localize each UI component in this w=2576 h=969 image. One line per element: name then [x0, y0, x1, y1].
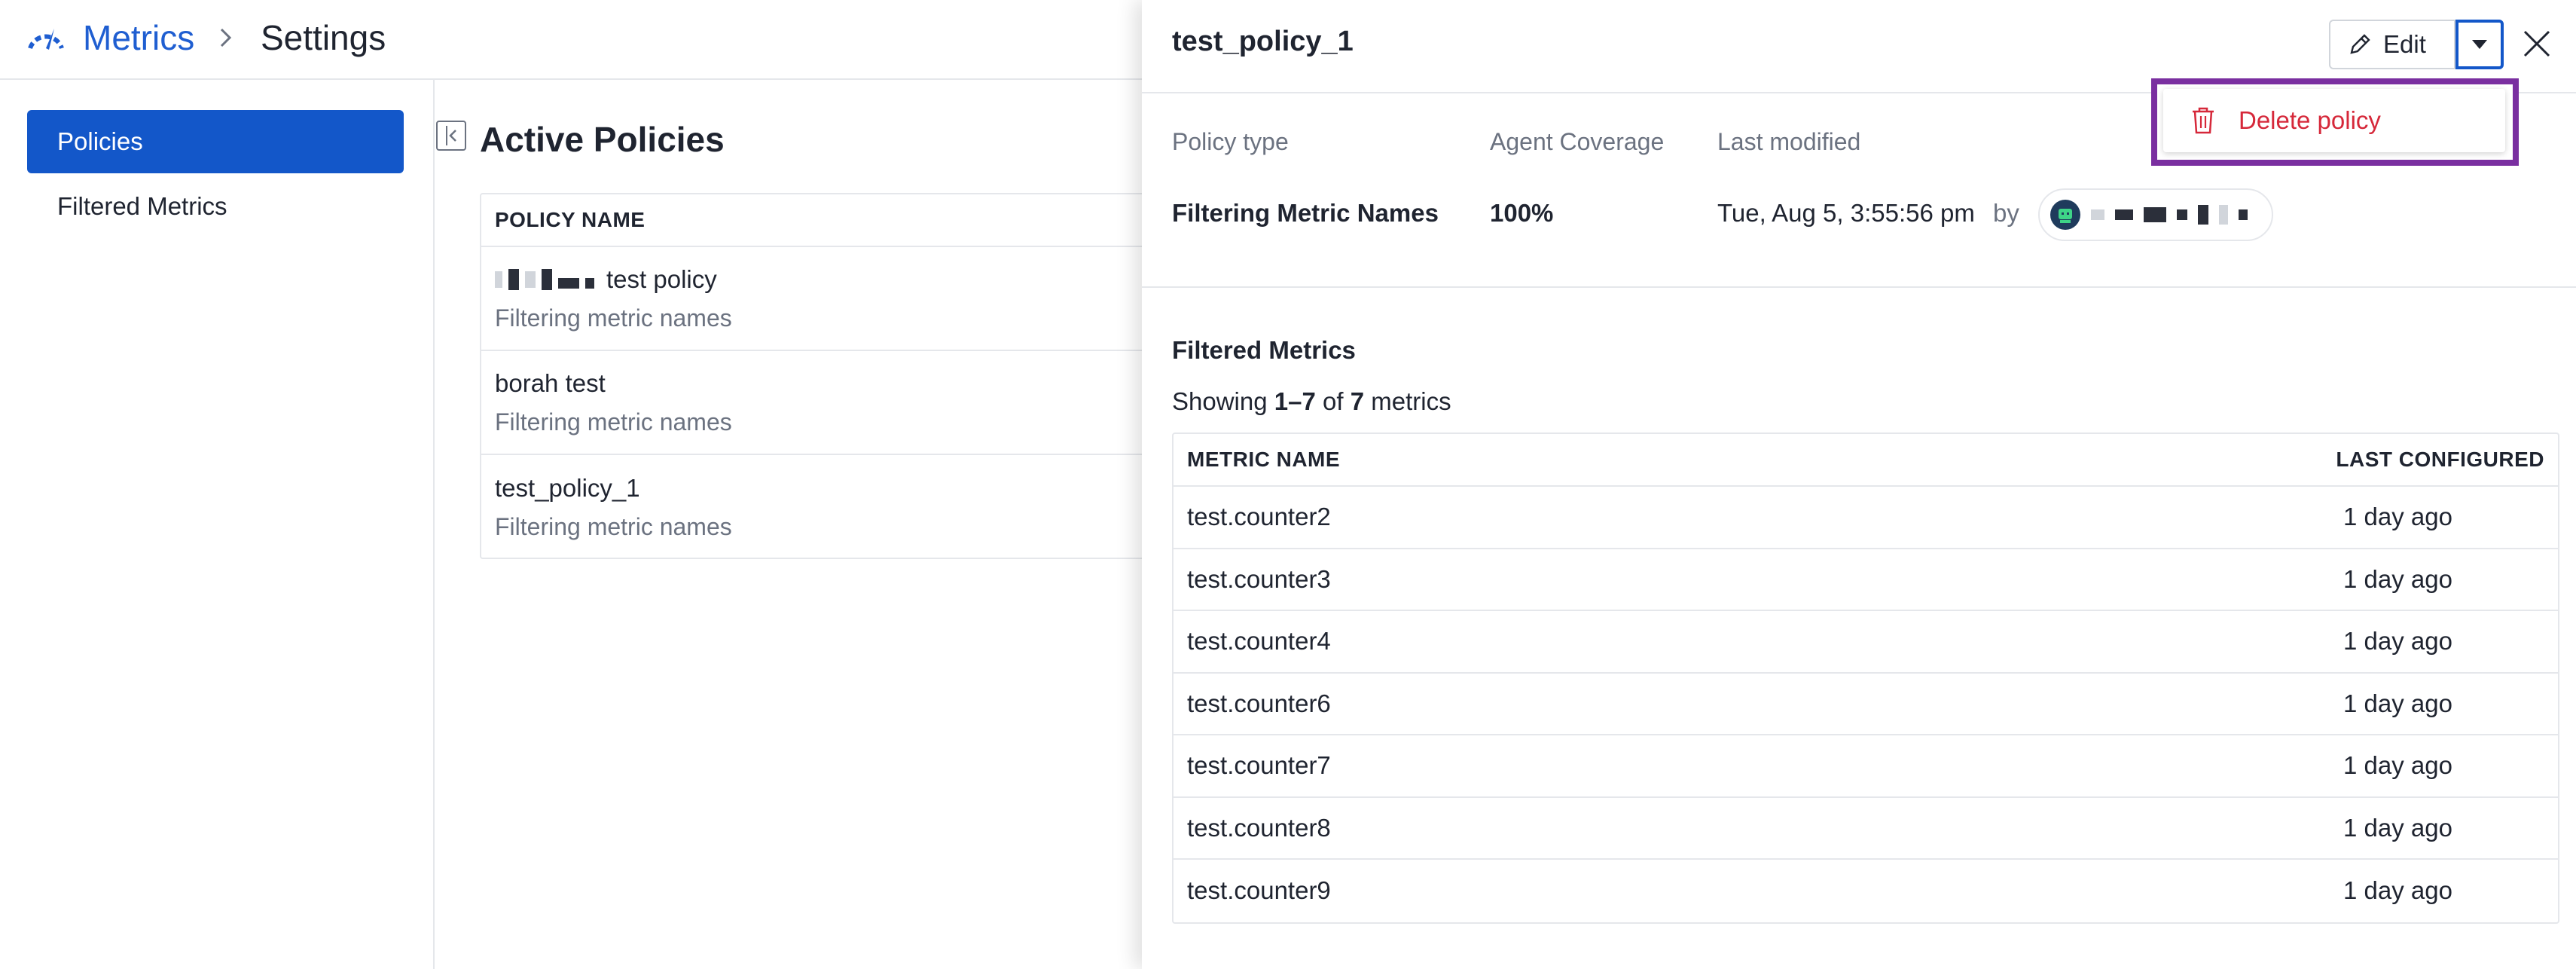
- showing-total: 7: [1350, 387, 1365, 415]
- caret-down-icon: [2472, 40, 2487, 49]
- pencil-icon: [2350, 34, 2370, 54]
- sidebar-item-filtered-metrics[interactable]: Filtered Metrics: [27, 175, 404, 238]
- last-modified-label: Last modified: [1717, 128, 1861, 155]
- last-configured-cell: 1 day ago: [2343, 627, 2452, 656]
- showing-suffix: metrics: [1371, 387, 1451, 415]
- page-title: Active Policies: [480, 120, 725, 159]
- last-configured-column-header[interactable]: LAST CONFIGURED: [2336, 448, 2544, 472]
- breadcrumb-metrics-link[interactable]: Metrics: [83, 0, 194, 75]
- last-configured-cell: 1 day ago: [2343, 813, 2452, 842]
- robot-avatar-icon: [2059, 209, 2072, 223]
- last-configured-cell: 1 day ago: [2343, 503, 2452, 531]
- collapse-left-icon: [446, 126, 456, 145]
- table-row[interactable]: test.counter6 1 day ago: [1174, 674, 2558, 735]
- metrics-table-header: METRIC NAME LAST CONFIGURED: [1174, 434, 2558, 487]
- showing-prefix: Showing: [1172, 387, 1268, 415]
- last-configured-cell: 1 day ago: [2343, 564, 2452, 593]
- metric-name-cell: test.counter9: [1187, 876, 1331, 905]
- table-row[interactable]: test.counter4 1 day ago: [1174, 611, 2558, 674]
- redacted-username: [2091, 205, 2254, 225]
- table-row[interactable]: test.counter8 1 day ago: [1174, 798, 2558, 860]
- filtered-metrics-table: METRIC NAME LAST CONFIGURED test.counter…: [1172, 433, 2559, 924]
- policy-row-name: test policy: [606, 264, 717, 293]
- delete-policy-menu-item[interactable]: Delete policy: [2163, 89, 2505, 152]
- close-icon: [2523, 30, 2550, 57]
- trash-icon: [2193, 107, 2214, 134]
- edit-button-label: Edit: [2383, 30, 2426, 58]
- showing-range: 1–7: [1274, 387, 1316, 415]
- sidebar-item-policies[interactable]: Policies: [27, 110, 404, 173]
- breadcrumb-settings: Settings: [261, 18, 386, 57]
- edit-button[interactable]: Edit: [2329, 20, 2455, 69]
- metric-name-cell: test.counter8: [1187, 813, 1331, 842]
- last-configured-cell: 1 day ago: [2343, 751, 2452, 780]
- chevron-right-icon: [218, 0, 233, 75]
- metrics-gauge-icon: [28, 29, 64, 50]
- metric-name-column-header[interactable]: METRIC NAME: [1187, 448, 1340, 472]
- showing-of: of: [1323, 387, 1344, 415]
- more-actions-dropdown-button[interactable]: [2455, 20, 2504, 69]
- last-configured-cell: 1 day ago: [2343, 689, 2452, 717]
- agent-coverage-label: Agent Coverage: [1490, 128, 1665, 155]
- metric-name-cell: test.counter2: [1187, 503, 1331, 531]
- showing-count: Showing 1–7 of 7 metrics: [1172, 387, 1451, 416]
- app-root: Metrics Settings Policies Filtered Metri…: [0, 0, 2576, 969]
- last-configured-cell: 1 day ago: [2343, 876, 2452, 905]
- drawer-title: test_policy_1: [1172, 26, 1354, 57]
- modified-by-label: by: [1993, 199, 2019, 227]
- user-chip[interactable]: [2038, 188, 2273, 241]
- collapse-sidebar-button[interactable]: [436, 121, 466, 151]
- table-row[interactable]: test.counter7 1 day ago: [1174, 735, 2558, 798]
- metric-name-cell: test.counter4: [1187, 627, 1331, 656]
- policy-detail-drawer: test_policy_1 Edit Delete policy Policy …: [1142, 0, 2576, 969]
- filtered-metrics-heading: Filtered Metrics: [1172, 336, 1356, 364]
- avatar: [2050, 200, 2080, 230]
- delete-policy-label: Delete policy: [2239, 106, 2381, 134]
- section-divider: [1142, 286, 2576, 288]
- table-row[interactable]: test.counter2 1 day ago: [1174, 487, 2558, 549]
- last-modified-value: Tue, Aug 5, 3:55:56 pm: [1717, 199, 1975, 227]
- policy-type-value: Filtering Metric Names: [1172, 199, 1439, 227]
- close-drawer-button[interactable]: [2520, 27, 2553, 60]
- redacted-text: [495, 268, 600, 290]
- table-row[interactable]: test.counter3 1 day ago: [1174, 549, 2558, 611]
- table-row[interactable]: test.counter9 1 day ago: [1174, 860, 2558, 922]
- metric-name-cell: test.counter3: [1187, 564, 1331, 593]
- agent-coverage-value: 100%: [1490, 199, 1554, 227]
- policy-type-label: Policy type: [1172, 128, 1289, 155]
- settings-sidebar: Policies Filtered Metrics: [0, 80, 435, 969]
- metric-name-cell: test.counter7: [1187, 751, 1331, 780]
- metric-name-cell: test.counter6: [1187, 689, 1331, 717]
